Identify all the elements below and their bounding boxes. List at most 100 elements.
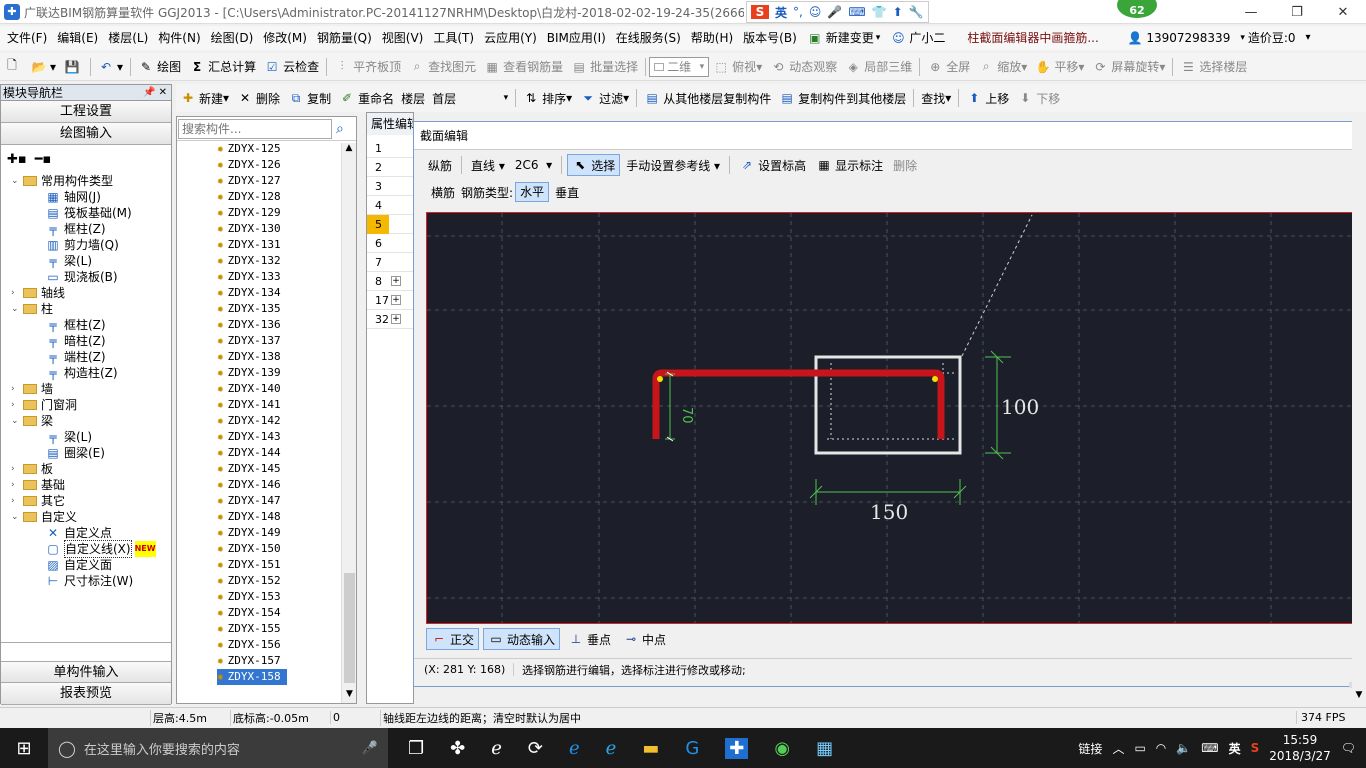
fullscreen-button[interactable]: ⊕ 全屏: [923, 55, 974, 79]
keyboard-icon[interactable]: ⌨: [848, 5, 865, 19]
fan-app-icon[interactable]: ✤: [450, 738, 465, 759]
green-app-icon[interactable]: ◉: [774, 738, 790, 759]
pin-icon[interactable]: 📌 ✕: [143, 85, 171, 101]
component-item[interactable]: ✹ ZDYX-130: [177, 221, 356, 237]
task-view-icon[interactable]: ❐: [408, 738, 424, 759]
menu-item[interactable]: 编辑(E): [52, 26, 103, 50]
dim-height-label[interactable]: 100: [1001, 395, 1039, 419]
expand-row-icon[interactable]: +: [391, 314, 401, 324]
ime-lang[interactable]: 英: [775, 4, 787, 21]
component-item[interactable]: ✹ ZDYX-136: [177, 317, 356, 333]
move-up-button[interactable]: ⬆ 上移: [962, 86, 1013, 110]
property-row[interactable]: 3: [367, 177, 413, 196]
expander-icon[interactable]: ›: [11, 397, 21, 413]
component-item[interactable]: ✹ ZDYX-149: [177, 525, 356, 541]
list-scrollbar[interactable]: ▲ ▼: [341, 143, 356, 703]
tree-item[interactable]: › 板: [1, 461, 171, 477]
draw-input-button[interactable]: 绘图输入: [1, 123, 171, 145]
menu-item[interactable]: 修改(M): [258, 26, 312, 50]
link-label[interactable]: 链接: [1078, 740, 1102, 757]
top-view-button[interactable]: ⬚ 俯视 ▾: [709, 55, 766, 79]
tree-item[interactable]: ⌄ 自定义: [1, 509, 171, 525]
single-input-button[interactable]: 单构件输入: [1, 661, 171, 683]
menu-item[interactable]: 楼层(L): [103, 26, 153, 50]
property-row[interactable]: 17 +: [367, 291, 413, 310]
expand-row-icon[interactable]: +: [391, 276, 401, 286]
component-item[interactable]: ✹ ZDYX-129: [177, 205, 356, 221]
component-item[interactable]: ✹ ZDYX-132: [177, 253, 356, 269]
property-row[interactable]: 5: [367, 214, 413, 234]
expander-icon[interactable]: ⌄: [11, 413, 21, 429]
component-item[interactable]: ✹ ZDYX-126: [177, 157, 356, 173]
tree-item[interactable]: ▨ 自定义面: [1, 557, 171, 573]
component-item[interactable]: ✹ ZDYX-134: [177, 285, 356, 301]
search-icon[interactable]: ⌕: [336, 121, 344, 137]
emoji-icon[interactable]: ☺: [809, 5, 822, 19]
expand-row-icon[interactable]: +: [391, 295, 401, 305]
component-item[interactable]: ✹ ZDYX-142: [177, 413, 356, 429]
component-item[interactable]: ✹ ZDYX-145: [177, 461, 356, 477]
tree-item[interactable]: ⌄ 柱: [1, 301, 171, 317]
filter-button[interactable]: ⏷ 过滤 ▾: [576, 86, 633, 110]
tree-item[interactable]: ⌄ 常用构件类型: [1, 173, 171, 189]
copy-component-button[interactable]: ⧉ 复制: [284, 86, 335, 110]
project-settings-button[interactable]: 工程设置: [1, 101, 171, 123]
user-icon[interactable]: 👕: [872, 5, 887, 19]
property-row[interactable]: 2: [367, 158, 413, 177]
tree-item[interactable]: ⌄ 梁: [1, 413, 171, 429]
rebar-endpoint-left[interactable]: [657, 376, 663, 382]
component-item[interactable]: ✹ ZDYX-133: [177, 269, 356, 285]
midpoint-snap-button[interactable]: ⊸ 中点: [619, 631, 670, 648]
tree-item[interactable]: ╤ 暗柱(Z): [1, 333, 171, 349]
ortho-button[interactable]: ⌐ 正交: [426, 628, 480, 650]
expander-icon[interactable]: ›: [11, 493, 21, 509]
menu-item[interactable]: 构件(N): [153, 26, 205, 50]
tree-item[interactable]: ▤ 筏板基础(M): [1, 205, 171, 221]
menu-item[interactable]: 在线服务(S): [611, 26, 686, 50]
pan-button[interactable]: ✋ 平移 ▾: [1031, 55, 1088, 79]
new-change-menu[interactable]: ▣ 新建变更 ▾: [802, 26, 886, 50]
delete-component-button[interactable]: ✕ 删除: [233, 86, 284, 110]
component-item[interactable]: ✹ ZDYX-137: [177, 333, 356, 349]
menu-item[interactable]: 云应用(Y): [479, 26, 542, 50]
rebar-spec-select[interactable]: 2C6 ▾: [511, 158, 556, 172]
tree-item[interactable]: ▤ 圈梁(E): [1, 445, 171, 461]
property-row[interactable]: 7: [367, 253, 413, 272]
transverse-rebar-label[interactable]: 横筋: [428, 184, 459, 201]
battery-icon[interactable]: ▭: [1134, 741, 1145, 755]
ggj-app-icon[interactable]: ✚: [725, 737, 749, 759]
set-elevation-button[interactable]: ⇗ 设置标高: [735, 157, 810, 174]
explorer-icon[interactable]: ▬: [642, 738, 659, 759]
mic-icon[interactable]: 🎤: [827, 5, 842, 19]
line-mode-select[interactable]: 直线 ▾: [467, 157, 509, 174]
dim-width-label[interactable]: 150: [870, 500, 908, 524]
board-app-icon[interactable]: ▦: [816, 738, 833, 759]
punct-icon[interactable]: °,: [793, 5, 803, 19]
wrench-icon[interactable]: 🔧: [909, 5, 924, 19]
menu-item[interactable]: 帮助(H): [686, 26, 738, 50]
component-item[interactable]: ✹ ZDYX-158: [177, 669, 356, 685]
tree-item[interactable]: ╤ 梁(L): [1, 253, 171, 269]
g-app-icon[interactable]: ⟳: [528, 738, 543, 759]
copy-to-floor-button[interactable]: ▤ 复制构件到其他楼层: [775, 86, 910, 110]
menu-item[interactable]: 视图(V): [377, 26, 429, 50]
long-rebar-label[interactable]: 纵筋: [424, 157, 456, 174]
view-mode-select[interactable]: 二维 ▾: [649, 56, 710, 77]
component-item[interactable]: ✹ ZDYX-131: [177, 237, 356, 253]
menu-dropdown-icon[interactable]: ▾: [1301, 26, 1316, 50]
component-item[interactable]: ✹ ZDYX-140: [177, 381, 356, 397]
tree-item[interactable]: ╤ 框柱(Z): [1, 317, 171, 333]
align-slab-button[interactable]: ⫶ 平齐板顶: [330, 55, 405, 79]
component-item[interactable]: ✹ ZDYX-154: [177, 605, 356, 621]
menu-item[interactable]: 文件(F): [2, 26, 52, 50]
property-row[interactable]: 4: [367, 196, 413, 215]
report-preview-button[interactable]: 报表预览: [1, 683, 171, 705]
component-item[interactable]: ✹ ZDYX-156: [177, 637, 356, 653]
delete-rebar-button[interactable]: 删除: [889, 157, 921, 174]
rotate-button[interactable]: ⟳ 屏幕旋转 ▾: [1088, 55, 1169, 79]
open-file-button[interactable]: 📂 ▾: [27, 55, 60, 79]
tray-chevron-icon[interactable]: ︿: [1112, 740, 1124, 757]
tree-item[interactable]: ▦ 轴网(J): [1, 189, 171, 205]
local-3d-button[interactable]: ◈ 局部三维: [841, 55, 916, 79]
sum-calc-button[interactable]: Σ 汇总计算: [185, 55, 260, 79]
